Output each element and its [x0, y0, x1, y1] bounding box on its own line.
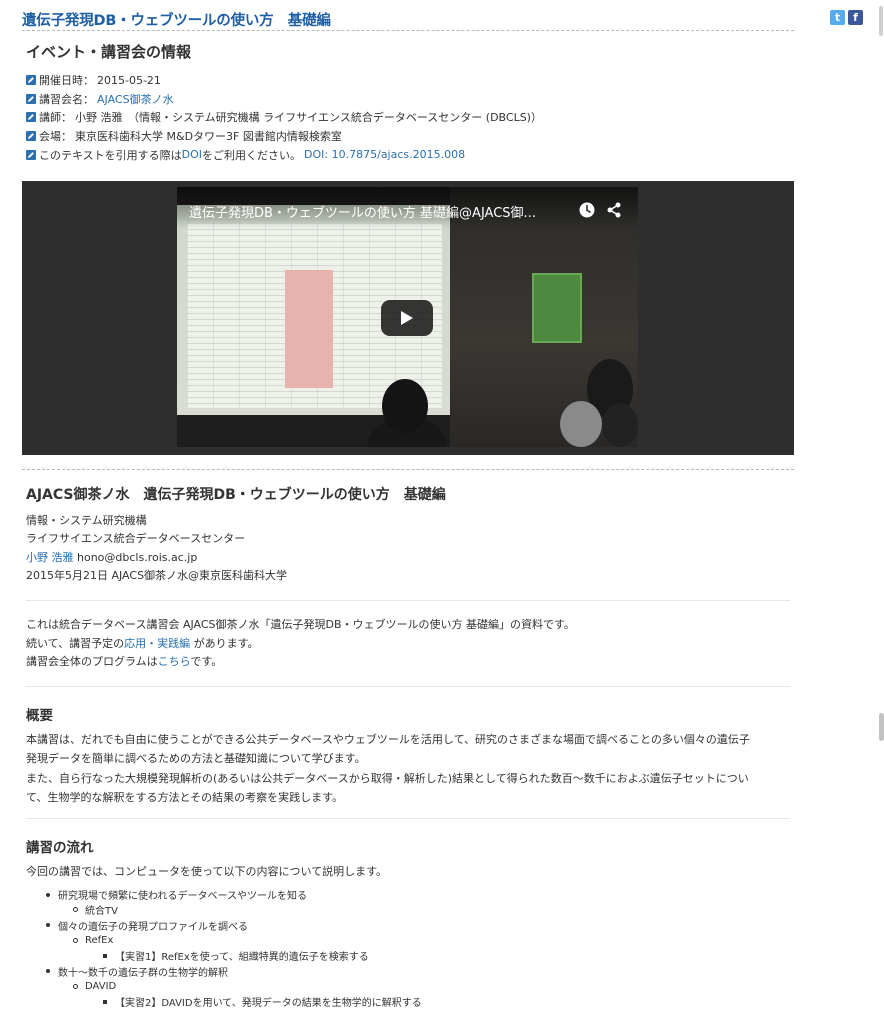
- cite-prefix: このテキストを引用する際は: [39, 148, 182, 162]
- author-email: hono@dbcls.rois.ac.jp: [73, 550, 198, 564]
- doi-link[interactable]: DOI: [182, 148, 202, 161]
- section-divider: [22, 469, 794, 470]
- intro-line: 講習会全体のプログラムはこちらです。: [26, 655, 223, 668]
- intro-line: 続いて、講習予定の応用・実践編 があります。: [26, 636, 259, 650]
- intro-paragraph: これは統合データベース講習会 AJACS御茶ノ水「遺伝子発現DB・ウェブツールの…: [26, 616, 575, 672]
- author-link[interactable]: 小野 浩雅: [26, 551, 74, 564]
- list-item: 【実習2】DAVIDを用いて、発現データの結果を生物学的に解釈する: [46, 994, 422, 1009]
- video-player[interactable]: 遺伝子発現DB・ウェブツールの使い方 基礎編@AJACS御...: [177, 187, 638, 447]
- edit-icon: [26, 131, 36, 142]
- twitter-icon[interactable]: t: [830, 10, 845, 25]
- watch-later-icon[interactable]: [578, 201, 596, 219]
- org-sub-line: ライフサイエンス統合データベースセンター: [26, 532, 246, 546]
- list-item: DAVID: [46, 979, 422, 994]
- play-button[interactable]: [381, 300, 433, 336]
- horizontal-rule: [26, 818, 790, 819]
- video-embed[interactable]: 遺伝子発現DB・ウェブツールの使い方 基礎編@AJACS御...: [22, 181, 794, 455]
- event-date-label: 開催日時：: [39, 74, 94, 88]
- horizontal-rule: [26, 600, 790, 601]
- title-divider: [22, 30, 794, 31]
- course-flow-intro: 今回の講習では、コンピュータを使って以下の内容について説明します。: [26, 865, 388, 878]
- horizontal-rule: [26, 686, 790, 687]
- event-cite-row: このテキストを引用する際は DOI をご利用ください。 DOI: 10.7875…: [26, 145, 542, 164]
- list-item: 統合TV: [46, 902, 422, 917]
- document-title: AJACS御茶ノ水 遺伝子発現DB・ウェブツールの使い方 基礎編: [26, 487, 446, 503]
- event-venue-value: 東京医科歯科大学 M&Dタワー3F 図書館内情報検索室: [75, 130, 342, 144]
- video-title[interactable]: 遺伝子発現DB・ウェブツールの使い方 基礎編@AJACS御...: [189, 202, 564, 221]
- social-buttons: t f: [830, 10, 863, 25]
- event-venue-row: 会場： 東京医科歯科大学 M&Dタワー3F 図書館内情報検索室: [26, 127, 542, 146]
- course-flow-heading: 講習の流れ: [26, 840, 94, 856]
- intro-line: これは統合データベース講習会 AJACS御茶ノ水「遺伝子発現DB・ウェブツールの…: [26, 618, 575, 631]
- list-item: 数十〜数千の遺伝子群の生物学的解釈: [46, 963, 422, 979]
- event-info-heading: イベント・講習会の情報: [26, 43, 192, 61]
- course-outline-list: 研究現場で頻繁に使われるデータベースやツールを知る 統合TV 個々の遺伝子の発現…: [46, 887, 422, 1009]
- cite-middle: をご利用ください。: [202, 148, 302, 162]
- doi-value-link[interactable]: DOI: 10.7875/ajacs.2015.008: [304, 148, 465, 161]
- wall-poster: [532, 273, 582, 343]
- edit-icon: [26, 75, 36, 86]
- edit-icon: [26, 112, 36, 123]
- audience-silhouette: [382, 379, 428, 433]
- edit-icon: [26, 93, 36, 104]
- overview-heading: 概要: [26, 708, 53, 724]
- event-lecturer-row: 講師： 小野 浩雅 （情報・システム研究機構 ライフサイエンス統合データベースセ…: [26, 108, 542, 127]
- event-lecturer-value: 小野 浩雅 （情報・システム研究機構 ライフサイエンス統合データベースセンター …: [75, 111, 542, 125]
- event-info-list: 開催日時： 2015-05-21 講習会名： AJACS御茶ノ水 講師： 小野 …: [26, 71, 542, 164]
- event-lecturer-label: 講師：: [39, 111, 72, 125]
- event-name-link[interactable]: AJACS御茶ノ水: [97, 91, 174, 107]
- edit-icon: [26, 149, 36, 160]
- scrollbar-thumb[interactable]: [879, 713, 884, 741]
- list-item: 個々の遺伝子の発現プロファイルを調べる: [46, 918, 422, 933]
- event-date-value: 2015-05-21: [97, 73, 161, 87]
- scrollbar-thumb-top[interactable]: [879, 6, 883, 36]
- date-place-line: 2015年5月21日 AJACS御茶ノ水@東京医科歯科大学: [26, 569, 288, 583]
- event-name-row: 講習会名： AJACS御茶ノ水: [26, 90, 542, 109]
- advanced-course-link[interactable]: 応用・実践編: [124, 637, 190, 650]
- play-icon: [401, 311, 413, 325]
- scrollbar-track[interactable]: [876, 0, 884, 1024]
- list-item: 研究現場で頻繁に使われるデータベースやツールを知る: [46, 887, 422, 902]
- event-date-row: 開催日時： 2015-05-21: [26, 71, 542, 90]
- event-name-label: 講習会名：: [39, 92, 94, 106]
- facebook-icon[interactable]: f: [848, 10, 863, 25]
- author-line: 小野 浩雅 hono@dbcls.rois.ac.jp: [26, 549, 287, 567]
- author-block: 情報・システム研究機構 ライフサイエンス統合データベースセンター 小野 浩雅 h…: [26, 512, 287, 586]
- share-icon[interactable]: [605, 201, 623, 219]
- list-item: 【実習1】RefExを使って、組織特異的遺伝子を検索する: [46, 948, 422, 963]
- list-item: RefEx: [46, 933, 422, 948]
- overview-paragraph: 本講習は、だれでも自由に使うことができる公共データベースやウェブツールを活用して…: [26, 733, 750, 805]
- program-link[interactable]: こちら: [158, 655, 191, 668]
- org-line: 情報・システム研究機構: [26, 514, 147, 527]
- event-venue-label: 会場：: [39, 130, 72, 144]
- page-title[interactable]: 遺伝子発現DB・ウェブツールの使い方 基礎編: [22, 9, 331, 30]
